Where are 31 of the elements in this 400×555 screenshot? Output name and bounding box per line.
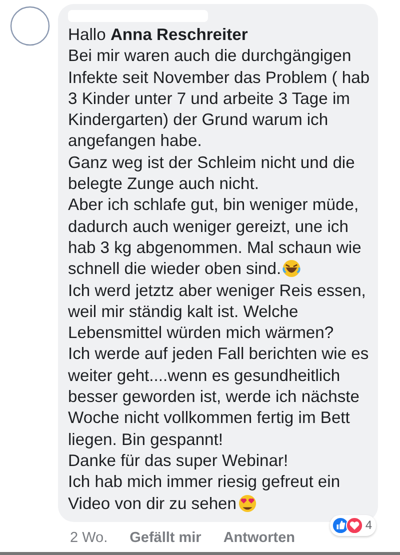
comment-text: angefangen habe. xyxy=(68,130,203,152)
comment-text: Kindergarten) der Grund warum ich xyxy=(68,109,330,130)
comment-text: 3 Kinder unter 7 und arbeite 3 Tage im xyxy=(68,88,351,110)
laughing-emoji-icon xyxy=(282,259,302,278)
reaction-count: 4 xyxy=(365,518,372,532)
timestamp: 2 Wo. xyxy=(70,530,108,546)
comment-text: Ich werd jetztz aber weniger Reis essen, xyxy=(68,280,367,301)
comment-text: liegen. Bin gespannt! xyxy=(68,428,224,450)
comment-text: dadurch auch weniger gereizt, une ich xyxy=(68,216,350,237)
comment-text: Ich werde auf jeden Fall berichten wie es xyxy=(68,343,370,365)
avatar[interactable] xyxy=(10,6,50,46)
reply-link[interactable]: Antworten xyxy=(223,530,296,546)
comment-text: Danke für das super Webinar! xyxy=(68,450,290,472)
comment-text: besser geworden ist, werde ich nächste xyxy=(68,386,360,408)
comment-text: hab 3 kg abgenommen. Mal schaun wie xyxy=(68,236,362,258)
heart-eyes-emoji-icon xyxy=(238,494,257,513)
comment-text: Ganz weg ist der Schleim nicht und die xyxy=(68,152,356,174)
like-link[interactable]: Gefällt mir xyxy=(130,530,202,546)
comment-text: Infekte seit November das Problem ( hab xyxy=(68,66,370,88)
comment-text: Aber ich schlafe gut, bin weniger müde, xyxy=(68,194,360,216)
comment-text: Bei mir waren auch die durchgängigen xyxy=(68,45,352,67)
comment-text: weiter geht....wenn es gesundheitlich xyxy=(68,364,342,386)
comment-text: weil mir ständig kalt ist. Welche xyxy=(68,300,300,322)
comment-text: schnell die wieder oben sind. xyxy=(68,258,282,280)
comment-text: belegte Zunge auch nicht. xyxy=(68,173,260,194)
comment-text: Lebensmittel würden mich wärmen? xyxy=(68,322,335,344)
comment-text: Ich hab mich immer riesig gefreut ein xyxy=(68,471,342,493)
comment-text: Video von dir zu sehen xyxy=(68,492,237,514)
comment-text: Woche nicht vollkommen fertig im Bett xyxy=(68,407,351,429)
reactions-badge[interactable]: 4 xyxy=(330,514,376,536)
greeting-text: Hallo Anna Reschreiter xyxy=(68,24,249,46)
